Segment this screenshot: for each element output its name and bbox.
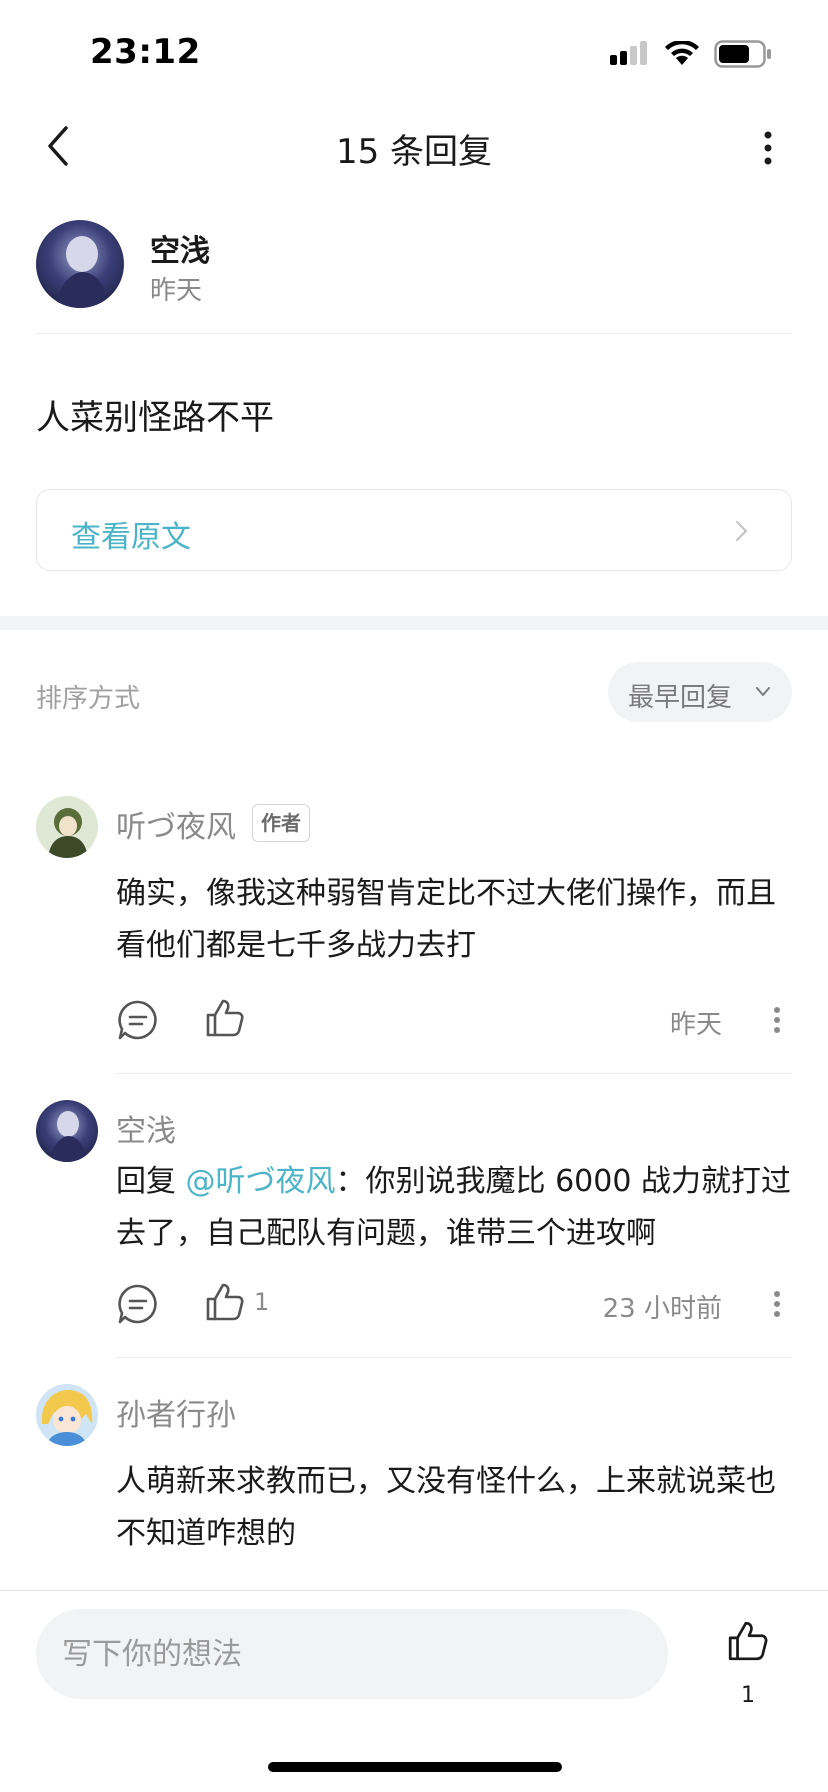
comment-more-button[interactable] bbox=[762, 1280, 792, 1328]
home-indicator[interactable] bbox=[268, 1762, 562, 1772]
section-separator bbox=[0, 616, 828, 630]
thumbs-up-icon bbox=[206, 1283, 244, 1321]
status-bar: 23:12 bbox=[0, 0, 828, 96]
comment-text: 回复 @听づ夜风：你别说我魔比 6000 战力就打过去了，自己配队有问题，谁带三… bbox=[116, 1156, 796, 1260]
like-count: 1 bbox=[254, 1288, 270, 1316]
avatar[interactable] bbox=[36, 796, 98, 858]
sort-selected-value: 最早回复 bbox=[628, 683, 733, 713]
divider bbox=[116, 1073, 792, 1074]
avatar[interactable] bbox=[36, 1384, 98, 1446]
wifi-icon bbox=[665, 41, 699, 65]
post-author: 空浅 昨天 bbox=[36, 220, 792, 316]
comment-time: 23 小时前 bbox=[602, 1294, 722, 1324]
more-vertical-icon bbox=[774, 1007, 780, 1033]
status-time: 23:12 bbox=[90, 32, 201, 72]
avatar[interactable] bbox=[36, 1100, 98, 1162]
view-original-label: 查看原文 bbox=[71, 520, 191, 555]
divider bbox=[116, 1357, 792, 1358]
thumbs-up-icon bbox=[206, 999, 244, 1037]
reply-bubble-icon bbox=[118, 1000, 157, 1040]
sort-label: 排序方式 bbox=[36, 684, 141, 714]
commenter-name[interactable]: 听づ夜风 bbox=[116, 802, 236, 846]
more-options-button[interactable] bbox=[744, 120, 792, 176]
commenter-name[interactable]: 空浅 bbox=[116, 1106, 176, 1150]
comment-input[interactable] bbox=[36, 1609, 668, 1699]
battery-icon bbox=[714, 40, 771, 68]
chevron-down-icon bbox=[756, 687, 770, 696]
post-like-button[interactable]: 1 bbox=[716, 1619, 780, 1709]
thumbs-up-icon bbox=[728, 1621, 768, 1661]
post-time: 昨天 bbox=[150, 276, 203, 306]
comment-actions: 1 23 小时前 bbox=[116, 1276, 792, 1332]
mention-link[interactable]: @听づ夜风 bbox=[186, 1164, 336, 1199]
more-vertical-icon bbox=[774, 1291, 780, 1317]
reply-button[interactable] bbox=[116, 1282, 160, 1326]
comment-text: 人萌新来求教而已，又没有怪什么，上来就说菜也不知道咋想的 bbox=[116, 1464, 776, 1551]
avatar[interactable] bbox=[36, 220, 124, 308]
comment-actions: 昨天 bbox=[116, 992, 792, 1048]
commenter-name[interactable]: 孙者行孙 bbox=[116, 1390, 236, 1434]
like-button[interactable] bbox=[204, 994, 254, 1042]
reply-bubble-icon bbox=[118, 1284, 157, 1324]
author-badge: 作者 bbox=[252, 804, 310, 842]
comment-item: 听づ夜风 作者 确实，像我这种弱智肯定比不过大佬们操作，而且看他们都是七千多战力… bbox=[36, 796, 792, 1076]
view-original-button[interactable]: 查看原文 bbox=[36, 489, 792, 571]
navigation-bar: 15 条回复 bbox=[0, 96, 828, 196]
comment-item: 空浅 回复 @听づ夜风：你别说我魔比 6000 战力就打过去了，自己配队有问题，… bbox=[36, 1100, 792, 1360]
chevron-right-icon bbox=[735, 520, 748, 542]
comment-item: 孙者行孙 人萌新来求教而已，又没有怪什么，上来就说菜也不知道咋想的 bbox=[36, 1384, 792, 1590]
page-title: 15 条回复 bbox=[335, 132, 493, 172]
post-content: 人菜别怪路不平 bbox=[36, 398, 274, 438]
comment-more-button[interactable] bbox=[762, 996, 792, 1044]
post-like-count: 1 bbox=[741, 1683, 755, 1708]
comment-input-box[interactable] bbox=[36, 1609, 668, 1699]
divider bbox=[36, 333, 792, 334]
cellular-signal-icon bbox=[610, 41, 647, 65]
reply-prefix: 回复 bbox=[116, 1164, 186, 1199]
comment-text: 确实，像我这种弱智肯定比不过大佬们操作，而且看他们都是七千多战力去打 bbox=[116, 876, 776, 963]
status-icons bbox=[610, 40, 772, 68]
sort-dropdown[interactable]: 最早回复 bbox=[608, 662, 792, 722]
reply-button[interactable] bbox=[116, 998, 160, 1042]
like-button[interactable]: 1 bbox=[204, 1278, 269, 1326]
post-author-name[interactable]: 空浅 bbox=[150, 226, 210, 270]
comment-time: 昨天 bbox=[669, 1010, 722, 1040]
more-vertical-icon bbox=[764, 131, 772, 165]
